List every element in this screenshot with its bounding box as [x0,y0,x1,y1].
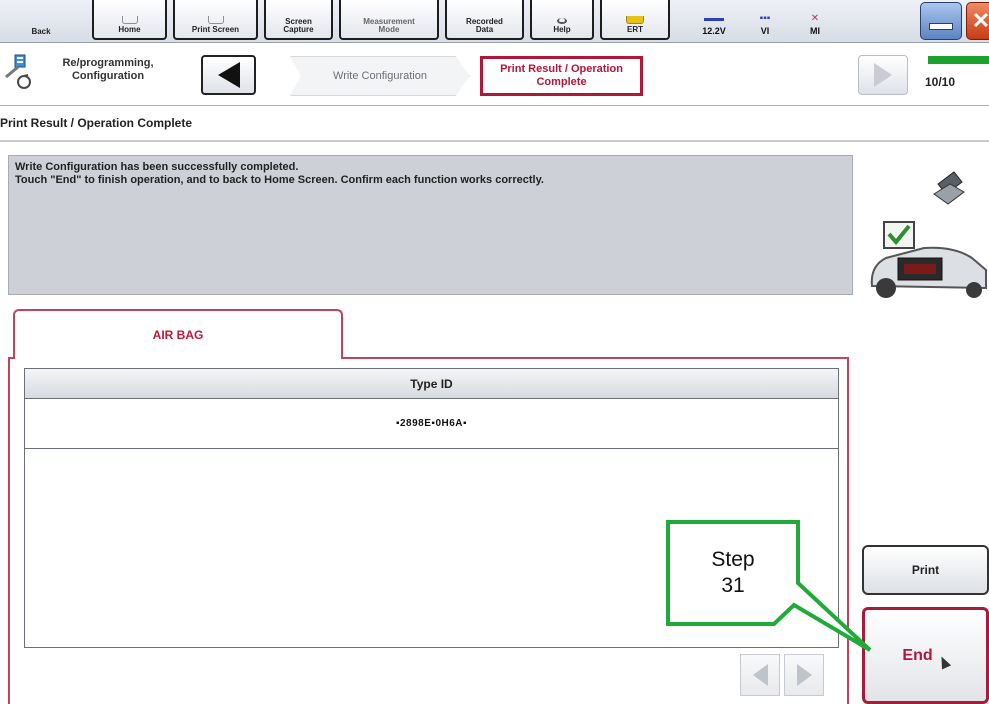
car-icon [870,246,987,298]
reprogramming-icon [5,54,31,89]
end-button[interactable]: End [862,607,989,704]
message-line-2: Touch "End" to finish operation, and to … [15,174,544,186]
ert-label: ERT [627,25,643,34]
page-right-icon [796,664,812,686]
callout-line-1: Step [711,548,755,571]
app-title: Re/programming, Configuration [62,57,154,82]
vi-signal-icon: ▪▪▪ [759,13,771,24]
next-step-button[interactable] [858,55,908,95]
arrow-left-icon [217,62,240,88]
home-label: Home [118,25,141,34]
close-icon[interactable]: ✕ [966,2,989,40]
progress-bar [928,56,989,64]
print-screen-button[interactable]: Print Screen [173,0,258,40]
help-label: Help [553,25,571,34]
measurement-mode-label: Measurement Mode [363,17,415,34]
vi-label: VI [760,26,770,36]
title-divider [0,140,989,142]
print-button-label: Print [911,563,940,577]
mouse-cursor-icon [936,653,951,670]
step-print-result-current: Print Result / Operation Complete [480,56,643,96]
message-line-1: Write Configuration has been successfull… [15,161,299,173]
battery-voltage: ▬▬ 12.2V [688,2,740,40]
mi-label: MI [810,26,820,36]
check-icon [883,221,915,249]
back-button[interactable]: Back [0,0,82,40]
vehicle-connection-illustration [870,171,987,298]
print-screen-icon [207,16,224,24]
ert-icon [626,16,644,24]
page-title: Print Result / Operation Complete [0,116,193,130]
help-icon [557,18,567,24]
recorded-data-button[interactable]: Recorded Data [445,0,524,40]
laptop-icon [933,171,965,205]
vi-status: ▪▪▪ VI [750,2,780,40]
ert-button[interactable]: ERT [600,0,670,40]
top-toolbar: Back Home Print Screen Screen Capture Me… [0,0,989,43]
voltage-label: 12.2V [702,26,726,36]
step-navigation-bar: Re/programming, Configuration Write Conf… [0,44,989,106]
message-panel: Write Configuration has been successfull… [8,155,853,295]
screen-capture-label: Screen Capture [283,17,314,34]
minimize-button[interactable] [920,2,962,40]
print-screen-label: Print Screen [191,25,240,34]
print-button[interactable]: Print [862,545,989,595]
screen-capture-button[interactable]: Screen Capture [264,0,333,40]
page-prev-button[interactable] [740,654,780,696]
step-write-configuration: Write Configuration [290,56,470,96]
progress-fill [928,56,989,64]
column-header-type-id: Type ID [25,369,838,399]
page-next-button[interactable] [784,654,824,696]
step-callout-text: Step 31 [668,522,798,624]
callout-line-2: 31 [721,574,745,597]
end-button-label: End [902,646,933,664]
back-label: Back [31,27,51,36]
measurement-mode-button[interactable]: Measurement Mode [339,0,439,40]
page-left-icon [752,664,768,686]
table-row: ▪2898E▪0H6A▪ [25,399,838,449]
home-button[interactable]: Home [92,0,167,40]
consult-screen: Back Home Print Screen Screen Capture Me… [0,0,989,704]
home-icon [121,16,138,24]
help-button[interactable]: Help [530,0,594,40]
tab-air-bag[interactable]: AIR BAG [13,309,343,359]
previous-step-button[interactable] [201,55,256,95]
arrow-right-icon [874,63,892,87]
mi-status: ✕ MI [800,2,830,40]
battery-icon: ▬▬ [704,13,724,24]
recorded-data-label: Recorded Data [466,17,503,34]
progress-counter: 10/10 [925,75,956,89]
mi-signal-icon: ✕ [810,13,820,24]
